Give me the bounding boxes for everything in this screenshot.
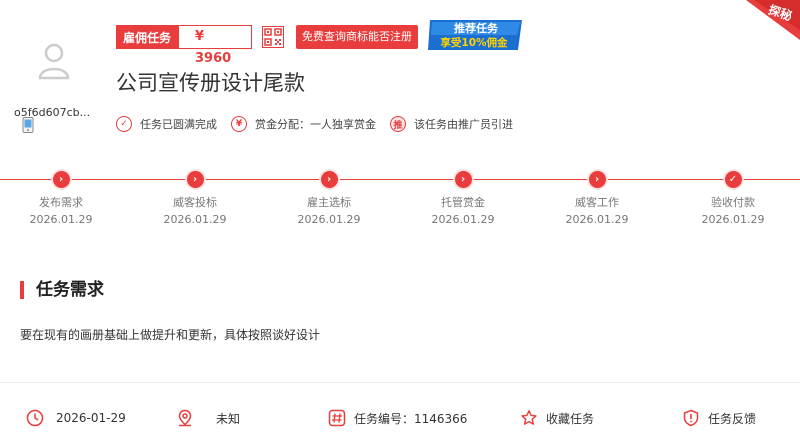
tag-label: 该任务由推广员引进 xyxy=(414,118,513,131)
footer-task-id-text: 任务编号：1146366 xyxy=(354,411,468,426)
step-label: 发布需求 xyxy=(39,196,83,209)
clock-icon xyxy=(26,409,44,427)
footer-location-text: 未知 xyxy=(216,411,241,426)
step-accept: ✓ 验收付款 2026.01.29 xyxy=(683,171,783,226)
user-panel: o5f6d607cb... xyxy=(14,40,94,119)
step-label: 托管赏金 xyxy=(441,196,485,209)
step-label: 威客工作 xyxy=(575,196,619,209)
requirements-heading: 任务需求 xyxy=(20,281,104,299)
task-header: 雇佣任务 ¥ 3960 免费查询商标能否注册 推荐任务 享受10%佣金 xyxy=(116,20,526,66)
promo-line1: 推荐任务 xyxy=(454,21,499,35)
promo-line2: 享受10%佣金 xyxy=(440,36,508,49)
task-feedback-button[interactable]: 任务反馈 xyxy=(682,404,756,432)
step-label: 雇主选标 xyxy=(307,196,351,209)
step-label: 威客投标 xyxy=(173,196,217,209)
tag-completed: ✓ 任务已圆满完成 xyxy=(116,116,217,132)
feedback-label[interactable]: 任务反馈 xyxy=(708,410,756,427)
chevron-right-icon: › xyxy=(320,171,338,188)
step-date: 2026.01.29 xyxy=(163,213,227,226)
avatar-icon[interactable] xyxy=(37,40,71,80)
task-type-badge: 雇佣任务 xyxy=(116,25,179,49)
footer-date-text: 2026-01-29 xyxy=(56,411,126,425)
step-bid: › 威客投标 2026.01.29 xyxy=(145,171,245,226)
shield-alert-icon[interactable] xyxy=(682,409,700,427)
corner-ribbon[interactable]: 探秘 xyxy=(728,0,800,40)
check-circle-icon: ✓ xyxy=(116,116,132,132)
promote-circle-icon: 推 xyxy=(390,116,406,132)
location-pin-icon xyxy=(178,409,192,427)
footer-date: 2026-01-29 xyxy=(26,404,126,432)
tag-promoter: 推 该任务由推广员引进 xyxy=(390,116,513,132)
step-date: 2026.01.29 xyxy=(701,213,765,226)
footer-location: 未知 xyxy=(176,404,240,432)
step-select: › 雇主选标 2026.01.29 xyxy=(279,171,379,226)
step-label: 验收付款 xyxy=(711,196,755,209)
tag-label: 赏金分配：一人独享赏金 xyxy=(255,118,376,131)
step-publish: › 发布需求 2026.01.29 xyxy=(11,171,111,226)
requirements-text: 要在现有的画册基础上做提升和更新，具体按照谈好设计 xyxy=(20,328,321,342)
tag-label: 任务已圆满完成 xyxy=(140,118,217,131)
tag-reward-split: ¥ 赏金分配：一人独享赏金 xyxy=(231,116,376,132)
trademark-query-button[interactable]: 免费查询商标能否注册 xyxy=(296,25,419,49)
step-date: 2026.01.29 xyxy=(431,213,495,226)
task-tags: ✓ 任务已圆满完成 ¥ 赏金分配：一人独享赏金 推 该任务由推广员引进 xyxy=(116,116,527,132)
step-date: 2026.01.29 xyxy=(565,213,629,226)
yen-circle-icon: ¥ xyxy=(231,116,247,132)
chevron-right-icon: › xyxy=(588,171,606,188)
promo-badge[interactable]: 推荐任务 享受10%佣金 xyxy=(426,18,526,52)
favorite-task-button[interactable]: 收藏任务 xyxy=(520,404,594,432)
check-icon: ✓ xyxy=(724,171,742,188)
task-price: ¥ 3960 xyxy=(178,25,253,66)
progress-steps: › 发布需求 2026.01.29 › 威客投标 2026.01.29 › 雇主… xyxy=(0,171,800,231)
step-date: 2026.01.29 xyxy=(297,213,361,226)
step-work: › 威客工作 2026.01.29 xyxy=(547,171,647,226)
task-title: 公司宣传册设计尾款 xyxy=(116,71,305,95)
chevron-right-icon: › xyxy=(52,171,70,188)
divider xyxy=(0,382,800,383)
chevron-right-icon: › xyxy=(186,171,204,188)
step-escrow: › 托管赏金 2026.01.29 xyxy=(413,171,513,226)
qr-code-icon[interactable] xyxy=(262,26,285,48)
favorite-label[interactable]: 收藏任务 xyxy=(546,410,594,427)
task-footer: 2026-01-29 未知 任务编号：1146366 收藏任务 任务反馈 xyxy=(0,404,800,432)
hash-icon xyxy=(328,409,346,427)
chevron-right-icon: › xyxy=(454,171,472,188)
star-icon[interactable] xyxy=(520,409,538,427)
phone-verified-icon xyxy=(22,117,34,133)
step-date: 2026.01.29 xyxy=(29,213,93,226)
footer-task-id: 任务编号：1146366 xyxy=(328,404,467,432)
